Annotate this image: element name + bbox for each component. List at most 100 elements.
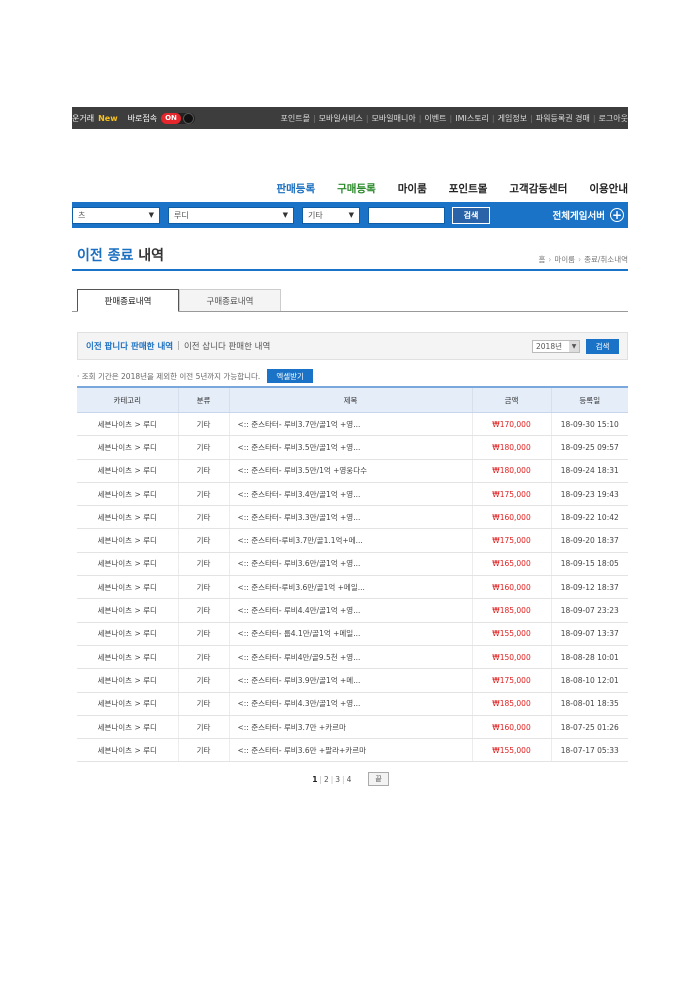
history-table: 카테고리 분류 제목 금액 등록일 세븐나이츠 > 루디 기타 <:: 준스타터- … — [77, 386, 628, 763]
cell-title[interactable]: <:: 준스타터- 루비3.4만/골1억 +영... — [228, 482, 472, 507]
page-last-button[interactable]: 끝 — [368, 772, 389, 787]
cell-category: 세븐나이츠 > 루디 — [77, 459, 178, 483]
new-badge: New — [98, 113, 118, 123]
nav-customer-center[interactable]: 고객감동센터 — [509, 181, 567, 196]
cell-type: 기타 — [177, 528, 229, 553]
filter-sell-link[interactable]: 이전 팝니다 판매한 내역 — [86, 340, 173, 352]
page-title-rest: 내역 — [138, 248, 165, 264]
cell-title[interactable]: <:: 준스타터-루비3.6만/골1억 +메일... — [228, 575, 472, 600]
cell-title[interactable]: <:: 준스타터- 룹4.1만/골1억 +메일... — [228, 622, 472, 646]
filter-buy-link[interactable]: 이전 삽니다 판매한 내역 — [184, 340, 270, 352]
cell-date: 18-09-20 18:37 — [550, 528, 628, 553]
cell-date: 18-07-17 05:33 — [550, 738, 628, 763]
nav-point-mall[interactable]: 포인트몰 — [449, 181, 488, 196]
cell-title[interactable]: <:: 준스타터- 루비3.6만/골1억 +영... — [228, 552, 472, 577]
all-game-server-button[interactable]: 전체게임서버 + — [553, 208, 624, 222]
cell-title[interactable]: <:: 준스타터- 루비3.7만 +카르마 — [228, 715, 472, 740]
game-select[interactable]: 츠 ▼ — [72, 206, 160, 224]
search-input[interactable] — [368, 206, 445, 224]
table-header-row: 카테고리 분류 제목 금액 등록일 — [77, 386, 628, 413]
cell-price: ₩165,000 — [471, 552, 551, 577]
top-link-mobile-service[interactable]: 모바일서비스 — [319, 113, 363, 124]
tab-buy-history[interactable]: 구매종료내역 — [179, 289, 281, 311]
cell-price: ₩175,000 — [471, 528, 551, 553]
nav-sell-register[interactable]: 판매등록 — [276, 181, 315, 196]
table-row: 세븐나이츠 > 루디 기타 <:: 준스타터- 루비3.9만/골1억 +메... ₩1… — [77, 668, 628, 693]
table-row: 세븐나이츠 > 루디 기타 <:: 준스타터- 루비4만/골9.5천 +영... ₩1… — [77, 645, 628, 670]
nav-my-room[interactable]: 마이룸 — [398, 181, 427, 196]
cell-price: ₩155,000 — [471, 738, 551, 763]
top-link-logout[interactable]: 로그아웃 — [599, 113, 628, 124]
cell-price: ₩160,000 — [471, 575, 551, 600]
cell-title[interactable]: <:: 준스타터- 루비3.6만 +팔라+카르마 — [228, 738, 472, 763]
cell-type: 기타 — [177, 552, 229, 577]
cell-price: ₩180,000 — [471, 435, 551, 460]
page-link-2[interactable]: 2 — [324, 775, 329, 784]
year-select[interactable]: 2018년 ▼ — [532, 339, 580, 353]
filter-search-button[interactable]: 검색 — [586, 338, 619, 354]
top-bar: 운거래 New 바로접속 ON 포인트몰 | 모바일서비스 | 모바일매니아 | 이벤… — [72, 107, 628, 129]
cell-price: ₩160,000 — [471, 715, 551, 740]
server-select[interactable]: 루디 ▼ — [168, 206, 294, 224]
cell-type: 기타 — [177, 598, 229, 623]
history-tabs: 판매종료내역 구매종료내역 — [72, 289, 628, 312]
cell-title[interactable]: <:: 준스타터-루비3.7만/골1.1억+메... — [228, 528, 472, 553]
cell-title[interactable]: <:: 준스타터- 루비3.3만/골1억 +영... — [228, 505, 472, 530]
nav-guide[interactable]: 이용안내 — [589, 181, 628, 196]
cell-price: ₩175,000 — [471, 482, 551, 507]
table-body: 세븐나이츠 > 루디 기타 <:: 준스타터- 루비3.7만/골1억 +영... ₩1… — [77, 412, 628, 763]
cell-price: ₩185,000 — [471, 598, 551, 623]
filter-divider: | — [177, 341, 180, 351]
breadcrumb: 홈 › 마이룸 › 종료/취소내역 — [538, 254, 628, 265]
cell-type: 기타 — [177, 435, 229, 460]
top-link-game-info[interactable]: 게임정보 — [498, 113, 527, 124]
chevron-down-icon: ▼ — [348, 211, 354, 219]
table-row: 세븐나이츠 > 루디 기타 <:: 준스타터- 루비3.4만/골1억 +영... ₩1… — [77, 482, 628, 507]
category-select-value: 기타 — [308, 210, 323, 220]
trade-menu-label[interactable]: 운거래 — [72, 113, 94, 124]
cell-title[interactable]: <:: 준스타터- 루비3.9만/골1억 +메... — [228, 668, 472, 693]
quick-access-toggle[interactable]: ON — [161, 112, 196, 124]
top-link-power-auction[interactable]: 파워등록권 경매 — [536, 113, 590, 124]
breadcrumb-my-room[interactable]: 마이룸 — [554, 254, 575, 265]
cell-price: ₩180,000 — [471, 459, 551, 483]
top-link-event[interactable]: 이벤트 — [424, 113, 446, 124]
cell-title[interactable]: <:: 준스타터- 루비3.5만/1억 +영웅다수 — [228, 459, 472, 483]
top-link-mobile-mania[interactable]: 모바일매니아 — [372, 113, 416, 124]
toggle-on-label: ON — [161, 112, 181, 124]
plus-circle-icon: + — [610, 208, 624, 222]
cell-date: 18-09-30 15:10 — [550, 412, 628, 437]
page-container: 운거래 New 바로접속 ON 포인트몰 | 모바일서비스 | 모바일매니아 | 이벤… — [72, 107, 628, 787]
cell-date: 18-08-01 18:35 — [550, 692, 628, 716]
top-link-point-mall[interactable]: 포인트몰 — [281, 113, 310, 124]
cell-price: ₩175,000 — [471, 668, 551, 693]
cell-category: 세븐나이츠 > 루디 — [77, 482, 178, 507]
cell-title[interactable]: <:: 준스타터- 루비3.7만/골1억 +영... — [228, 412, 472, 437]
cell-title[interactable]: <:: 준스타터- 루비4.3만/골1억 +영... — [228, 692, 472, 716]
cell-date: 18-09-07 13:37 — [550, 622, 628, 646]
page-link-3[interactable]: 3 — [335, 775, 340, 784]
title-row: 이전 종료 내역 홈 › 마이룸 › 종료/취소내역 — [72, 241, 628, 271]
notice-text: · 조회 기간은 2018년을 제외한 이전 5년까지 가능합니다. — [77, 371, 261, 381]
cell-category: 세븐나이츠 > 루디 — [77, 528, 178, 553]
table-row: 세븐나이츠 > 루디 기타 <:: 준스타터- 루비3.5만/1억 +영웅다수 ₩18… — [77, 459, 628, 483]
search-button[interactable]: 검색 — [452, 206, 490, 224]
page-link-1[interactable]: 1 — [312, 775, 317, 784]
cell-category: 세븐나이츠 > 루디 — [77, 412, 178, 437]
table-row: 세븐나이츠 > 루디 기타 <:: 준스타터- 루비3.6만/골1억 +영... ₩1… — [77, 552, 628, 577]
cell-category: 세븐나이츠 > 루디 — [77, 668, 178, 693]
top-link-imi-story[interactable]: IMI스토리 — [455, 113, 489, 124]
nav-buy-register[interactable]: 구매등록 — [337, 181, 376, 196]
filter-box: 이전 팝니다 판매한 내역 | 이전 삽니다 판매한 내역 2018년 ▼ 검색 — [77, 332, 628, 360]
cell-type: 기타 — [177, 622, 229, 646]
excel-download-button[interactable]: 엑셀받기 — [267, 369, 313, 383]
cell-date: 18-09-07 23:23 — [550, 598, 628, 623]
table-row: 세븐나이츠 > 루디 기타 <:: 준스타터- 룹4.1만/골1억 +메일... ₩1… — [77, 622, 628, 646]
cell-title[interactable]: <:: 준스타터- 루비4.4만/골1억 +영... — [228, 598, 472, 623]
breadcrumb-home[interactable]: 홈 — [538, 254, 545, 265]
category-select[interactable]: 기타 ▼ — [302, 206, 360, 224]
tab-sell-history[interactable]: 판매종료내역 — [77, 289, 179, 312]
cell-title[interactable]: <:: 준스타터- 루비3.5만/골1억 +영... — [228, 435, 472, 460]
page-link-4[interactable]: 4 — [347, 775, 352, 784]
cell-title[interactable]: <:: 준스타터- 루비4만/골9.5천 +영... — [228, 645, 472, 670]
